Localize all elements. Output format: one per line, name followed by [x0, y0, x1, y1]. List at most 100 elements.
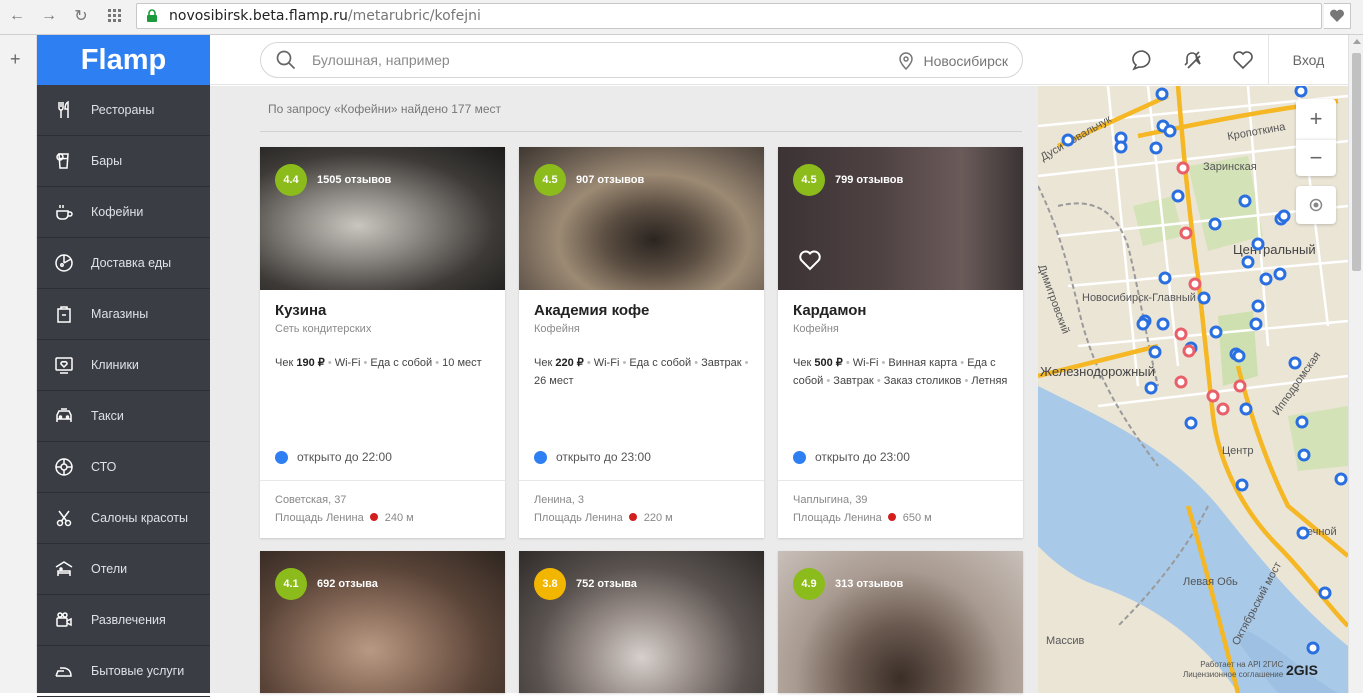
map-metro-marker[interactable]: [1174, 375, 1188, 389]
map[interactable]: Кропоткина Заринская Центральный Новосиб…: [1038, 86, 1348, 693]
reviews-count[interactable]: 692 отзыва: [317, 578, 378, 590]
sidebar-item-taxi[interactable]: Такси: [37, 391, 210, 442]
locate-me-button[interactable]: [1296, 186, 1336, 224]
map-place-marker[interactable]: [1238, 194, 1252, 208]
map-place-marker[interactable]: [1114, 140, 1128, 154]
sidebar-item-restaurants[interactable]: Рестораны: [37, 85, 210, 136]
place-card[interactable]: 4.5 907 отзывов Академия кофе Кофейня Че…: [519, 147, 764, 538]
map-place-marker[interactable]: [1171, 189, 1185, 203]
place-photo[interactable]: 4.1 692 отзыва: [260, 551, 505, 693]
map-place-marker[interactable]: [1288, 356, 1302, 370]
map-place-marker[interactable]: [1232, 349, 1246, 363]
sidebar-item-coffee[interactable]: Кофейни: [37, 187, 210, 238]
map-place-marker[interactable]: [1251, 237, 1265, 251]
place-photo[interactable]: 4.9 313 отзывов: [778, 551, 1023, 693]
map-metro-marker[interactable]: [1206, 389, 1220, 403]
page-scrollbar[interactable]: [1348, 35, 1363, 693]
place-photo[interactable]: 3.8 752 отзыва: [519, 551, 764, 693]
place-card[interactable]: 4.5 799 отзывов Кардамон Кофейня Чек 500…: [778, 147, 1023, 538]
search-icon[interactable]: [276, 50, 296, 70]
map-place-marker[interactable]: [1239, 402, 1253, 416]
sidebar-item-services[interactable]: Бытовые услуги: [37, 646, 210, 697]
search-input[interactable]: [312, 52, 842, 68]
place-photo[interactable]: 4.5 907 отзывов: [519, 147, 764, 290]
chat-bubble-icon[interactable]: [1130, 48, 1154, 72]
sidebar-item-beauty[interactable]: Салоны красоты: [37, 493, 210, 544]
map-place-marker[interactable]: [1249, 317, 1263, 331]
map-metro-marker[interactable]: [1179, 226, 1193, 240]
map-place-marker[interactable]: [1209, 325, 1223, 339]
map-attribution[interactable]: Работает на API 2ГИС Лицензионное соглаш…: [1183, 660, 1283, 680]
flamp-logo[interactable]: Flamp: [37, 35, 210, 85]
login-button[interactable]: Вход: [1268, 35, 1348, 85]
map-place-marker[interactable]: [1273, 267, 1287, 281]
map-place-marker[interactable]: [1241, 255, 1255, 269]
reviews-count[interactable]: 752 отзыва: [576, 578, 637, 590]
reload-icon[interactable]: ↻: [70, 5, 92, 27]
map-place-marker[interactable]: [1251, 299, 1265, 313]
new-tab-plus-icon[interactable]: +: [10, 49, 21, 70]
map-place-marker[interactable]: [1259, 272, 1273, 286]
map-place-marker[interactable]: [1295, 415, 1309, 429]
map-place-marker[interactable]: [1061, 133, 1075, 147]
place-card[interactable]: 4.4 1505 отзывов Кузина Сеть кондитерски…: [260, 147, 505, 538]
map-place-marker[interactable]: [1144, 381, 1158, 395]
scrollbar-thumb[interactable]: [1352, 53, 1361, 271]
map-place-marker[interactable]: [1235, 478, 1249, 492]
city-selector[interactable]: Новосибирск: [899, 52, 1008, 70]
map-place-marker[interactable]: [1136, 317, 1150, 331]
reviews-count[interactable]: 799 отзывов: [835, 174, 903, 186]
bell-icon[interactable]: [1180, 48, 1204, 72]
reviews-count[interactable]: 907 отзывов: [576, 174, 644, 186]
sidebar-item-clinics[interactable]: Клиники: [37, 340, 210, 391]
map-metro-marker[interactable]: [1188, 277, 1202, 291]
scroll-up-arrow-icon[interactable]: [1353, 39, 1361, 44]
sidebar-item-delivery[interactable]: Доставка еды: [37, 238, 210, 289]
sidebar-item-sto[interactable]: СТО: [37, 442, 210, 493]
map-place-marker[interactable]: [1306, 641, 1320, 655]
zoom-out-button[interactable]: −: [1296, 139, 1336, 176]
address-bar[interactable]: novosibirsk.beta.flamp.ru/metarubric/kof…: [136, 3, 1322, 29]
reviews-count[interactable]: 313 отзывов: [835, 578, 903, 590]
map-place-marker[interactable]: [1197, 291, 1211, 305]
map-place-marker[interactable]: [1318, 586, 1332, 600]
place-card[interactable]: 3.8 752 отзыва: [519, 551, 764, 693]
apps-grid-icon[interactable]: [104, 5, 126, 27]
zoom-in-button[interactable]: +: [1296, 99, 1336, 139]
place-photo[interactable]: 4.5 799 отзывов: [778, 147, 1023, 290]
back-icon[interactable]: ←: [6, 5, 28, 27]
sidebar-item-shops[interactable]: Магазины: [37, 289, 210, 340]
map-metro-marker[interactable]: [1182, 344, 1196, 358]
map-place-marker[interactable]: [1155, 87, 1169, 101]
sidebar-item-bars[interactable]: Бары: [37, 136, 210, 187]
map-canvas[interactable]: Кропоткина Заринская Центральный Новосиб…: [1038, 86, 1348, 693]
place-name[interactable]: Кузина: [275, 302, 490, 319]
favorites-heart-icon[interactable]: [1231, 48, 1255, 72]
map-place-marker[interactable]: [1277, 209, 1291, 223]
place-card[interactable]: 4.1 692 отзыва: [260, 551, 505, 693]
favorite-heart-icon[interactable]: [798, 249, 822, 271]
map-metro-marker[interactable]: [1233, 379, 1247, 393]
map-place-marker[interactable]: [1156, 317, 1170, 331]
bookmark-heart-icon[interactable]: [1324, 3, 1351, 29]
sidebar-item-entertainment[interactable]: Развлечения: [37, 595, 210, 646]
forward-icon[interactable]: →: [38, 5, 60, 27]
map-place-marker[interactable]: [1149, 141, 1163, 155]
map-metro-marker[interactable]: [1176, 161, 1190, 175]
map-metro-marker[interactable]: [1174, 327, 1188, 341]
map-place-marker[interactable]: [1296, 526, 1310, 540]
place-name[interactable]: Кардамон: [793, 302, 1008, 319]
map-place-marker[interactable]: [1148, 345, 1162, 359]
sidebar-item-hotels[interactable]: Отели: [37, 544, 210, 595]
map-place-marker[interactable]: [1208, 217, 1222, 231]
map-place-marker[interactable]: [1158, 271, 1172, 285]
map-place-marker[interactable]: [1294, 86, 1308, 98]
reviews-count[interactable]: 1505 отзывов: [317, 174, 391, 186]
place-photo[interactable]: 4.4 1505 отзывов: [260, 147, 505, 290]
map-place-marker[interactable]: [1297, 448, 1311, 462]
map-metro-marker[interactable]: [1216, 402, 1230, 416]
place-card[interactable]: 4.9 313 отзывов: [778, 551, 1023, 693]
map-place-marker[interactable]: [1184, 416, 1198, 430]
place-name[interactable]: Академия кофе: [534, 302, 749, 319]
map-place-marker[interactable]: [1334, 472, 1348, 486]
